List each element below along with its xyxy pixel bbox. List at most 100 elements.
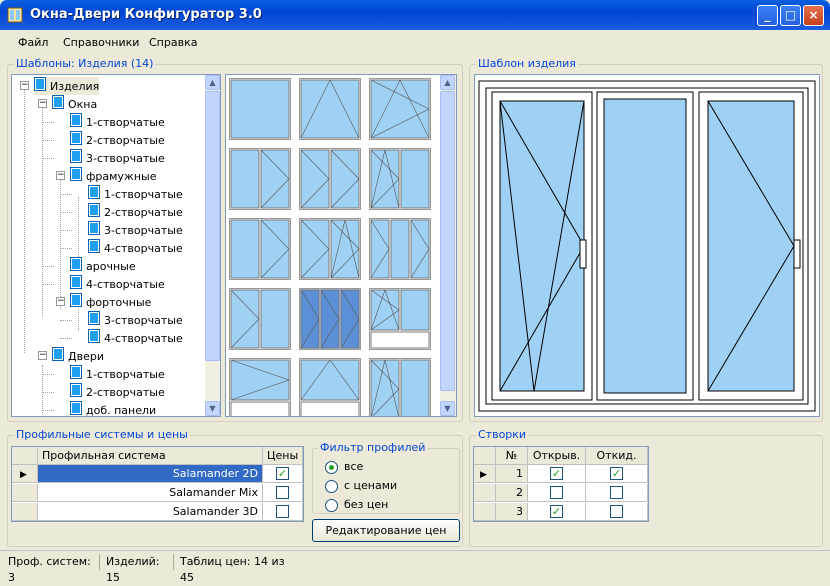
template-preview[interactable] xyxy=(474,74,820,417)
tree-node[interactable]: 4-створчатые xyxy=(70,275,165,293)
template-thumbnail[interactable] xyxy=(229,218,291,280)
menu-file[interactable]: Файл xyxy=(18,36,48,49)
gallery-scrollbar[interactable]: ▲ ▼ xyxy=(440,75,456,416)
tilt-cell[interactable]: ✓ xyxy=(586,465,648,483)
title-bar[interactable]: Окна-Двери Конфигуратор 3.0 _ □ × xyxy=(0,0,830,30)
window-type-icon xyxy=(88,329,100,349)
col-open[interactable]: Открыв. xyxy=(528,447,586,465)
radio-button[interactable] xyxy=(325,460,338,474)
tree-node[interactable]: 3-створчатые xyxy=(70,149,165,167)
open-cell[interactable]: ✓ xyxy=(528,503,586,521)
window-type-icon xyxy=(70,257,82,277)
template-thumbnail[interactable] xyxy=(299,78,361,140)
tree-node[interactable]: 2-створчатые xyxy=(88,203,183,221)
tree-expander[interactable]: − xyxy=(38,351,47,360)
tilt-checkbox[interactable]: ✓ xyxy=(610,467,623,480)
maximize-button[interactable]: □ xyxy=(780,5,801,26)
col-prices[interactable]: Цены xyxy=(263,447,303,465)
tree-node[interactable]: 3-створчатые xyxy=(88,221,183,239)
row-header[interactable]: ▶ xyxy=(12,465,38,483)
template-thumbnail[interactable] xyxy=(369,358,431,416)
tree-node[interactable]: фрамужные xyxy=(70,167,157,185)
tree-expander[interactable]: − xyxy=(20,81,29,90)
row-header[interactable] xyxy=(12,484,38,502)
prices-cell[interactable] xyxy=(263,484,303,502)
tree-node[interactable]: 1-створчатые xyxy=(88,185,183,203)
template-thumbnail[interactable] xyxy=(369,148,431,210)
template-thumbnail[interactable] xyxy=(229,148,291,210)
tree-node[interactable]: 4-створчатые xyxy=(88,329,183,347)
minimize-button[interactable]: _ xyxy=(757,5,778,26)
tree-expander[interactable]: − xyxy=(38,99,47,108)
open-cell[interactable] xyxy=(528,484,586,502)
tree-node[interactable]: 1-створчатые xyxy=(70,113,165,131)
prices-checkbox[interactable] xyxy=(276,486,289,499)
menu-references[interactable]: Справочники xyxy=(63,36,139,49)
prices-checkbox[interactable]: ✓ xyxy=(276,467,289,480)
tree-expander[interactable]: − xyxy=(56,297,65,306)
tree-node[interactable]: 3-створчатые xyxy=(88,311,183,329)
template-thumbnail[interactable] xyxy=(229,288,291,350)
tilt-checkbox[interactable] xyxy=(610,505,623,518)
status-products: Изделий: 15 xyxy=(102,554,174,584)
template-thumbnail[interactable] xyxy=(299,148,361,210)
profile-system-name[interactable]: Salamander 3D xyxy=(38,503,263,521)
col-profile-system[interactable]: Профильная система xyxy=(38,447,263,465)
col-tilt[interactable]: Откид. xyxy=(586,447,648,465)
template-thumbnail[interactable] xyxy=(299,358,361,416)
tilt-cell[interactable] xyxy=(586,503,648,521)
tree-node[interactable]: Двери xyxy=(52,347,104,365)
product-tree[interactable]: − Изделия − Окна 1-створчатые 2-створчатые 3-с… xyxy=(11,74,221,417)
tree-node[interactable]: 1-створчатые xyxy=(70,365,165,383)
menu-help[interactable]: Справка xyxy=(149,36,197,49)
template-thumbnail[interactable] xyxy=(369,288,431,350)
sash-number: 3 xyxy=(496,503,528,521)
profile-system-name[interactable]: Salamander 2D xyxy=(38,465,263,483)
close-button[interactable]: × xyxy=(803,5,824,26)
tree-node[interactable]: Окна xyxy=(52,95,97,113)
template-thumbnail[interactable] xyxy=(369,78,431,140)
sashes-table[interactable]: № Открыв. Откид. ▶ 1 ✓ ✓ 2 3 ✓ xyxy=(473,446,649,522)
tree-node[interactable]: 2-створчатые xyxy=(70,383,165,401)
radio-button[interactable] xyxy=(325,479,338,493)
prices-checkbox[interactable] xyxy=(276,505,289,518)
template-gallery[interactable]: ▲ ▼ xyxy=(225,74,457,417)
window-type-icon xyxy=(70,113,82,133)
tree-node-label: 2-створчатые xyxy=(86,386,165,399)
prices-cell[interactable] xyxy=(263,503,303,521)
profile-system-name[interactable]: Salamander Mix xyxy=(38,484,263,502)
tree-node[interactable]: арочные xyxy=(70,257,136,275)
tilt-cell[interactable] xyxy=(586,484,648,502)
tree-node[interactable]: 4-створчатые xyxy=(88,239,183,257)
tree-expander[interactable]: − xyxy=(56,171,65,180)
tree-node-label: 1-створчатые xyxy=(86,368,165,381)
prices-cell[interactable]: ✓ xyxy=(263,465,303,483)
tree-node[interactable]: Изделия xyxy=(34,77,100,95)
filter-option[interactable]: без цен xyxy=(325,497,388,513)
template-thumbnail[interactable] xyxy=(299,288,361,350)
row-header[interactable] xyxy=(474,484,496,502)
template-thumbnail[interactable] xyxy=(229,78,291,140)
open-checkbox[interactable] xyxy=(550,486,563,499)
tree-node[interactable]: форточные xyxy=(70,293,151,311)
open-checkbox[interactable]: ✓ xyxy=(550,505,563,518)
filter-option[interactable]: с ценами xyxy=(325,478,397,494)
row-header[interactable] xyxy=(12,503,38,521)
row-header[interactable]: ▶ xyxy=(474,465,496,483)
template-thumbnail[interactable] xyxy=(299,218,361,280)
tree-scrollbar[interactable]: ▲ ▼ xyxy=(205,75,220,416)
radio-button[interactable] xyxy=(325,498,338,512)
open-cell[interactable]: ✓ xyxy=(528,465,586,483)
tree-node[interactable]: доб. панели xyxy=(70,401,156,416)
edit-prices-button[interactable]: Редактирование цен xyxy=(312,519,460,542)
tree-node[interactable]: 2-створчатые xyxy=(70,131,165,149)
open-checkbox[interactable]: ✓ xyxy=(550,467,563,480)
col-number[interactable]: № xyxy=(496,447,528,465)
profiles-table[interactable]: Профильная система Цены ▶ Salamander 2D ✓ S… xyxy=(11,446,304,522)
row-header[interactable] xyxy=(474,503,496,521)
window-type-icon xyxy=(70,131,82,151)
template-thumbnail[interactable] xyxy=(369,218,431,280)
filter-option[interactable]: все xyxy=(325,459,363,475)
tilt-checkbox[interactable] xyxy=(610,486,623,499)
template-thumbnail[interactable] xyxy=(229,358,291,416)
